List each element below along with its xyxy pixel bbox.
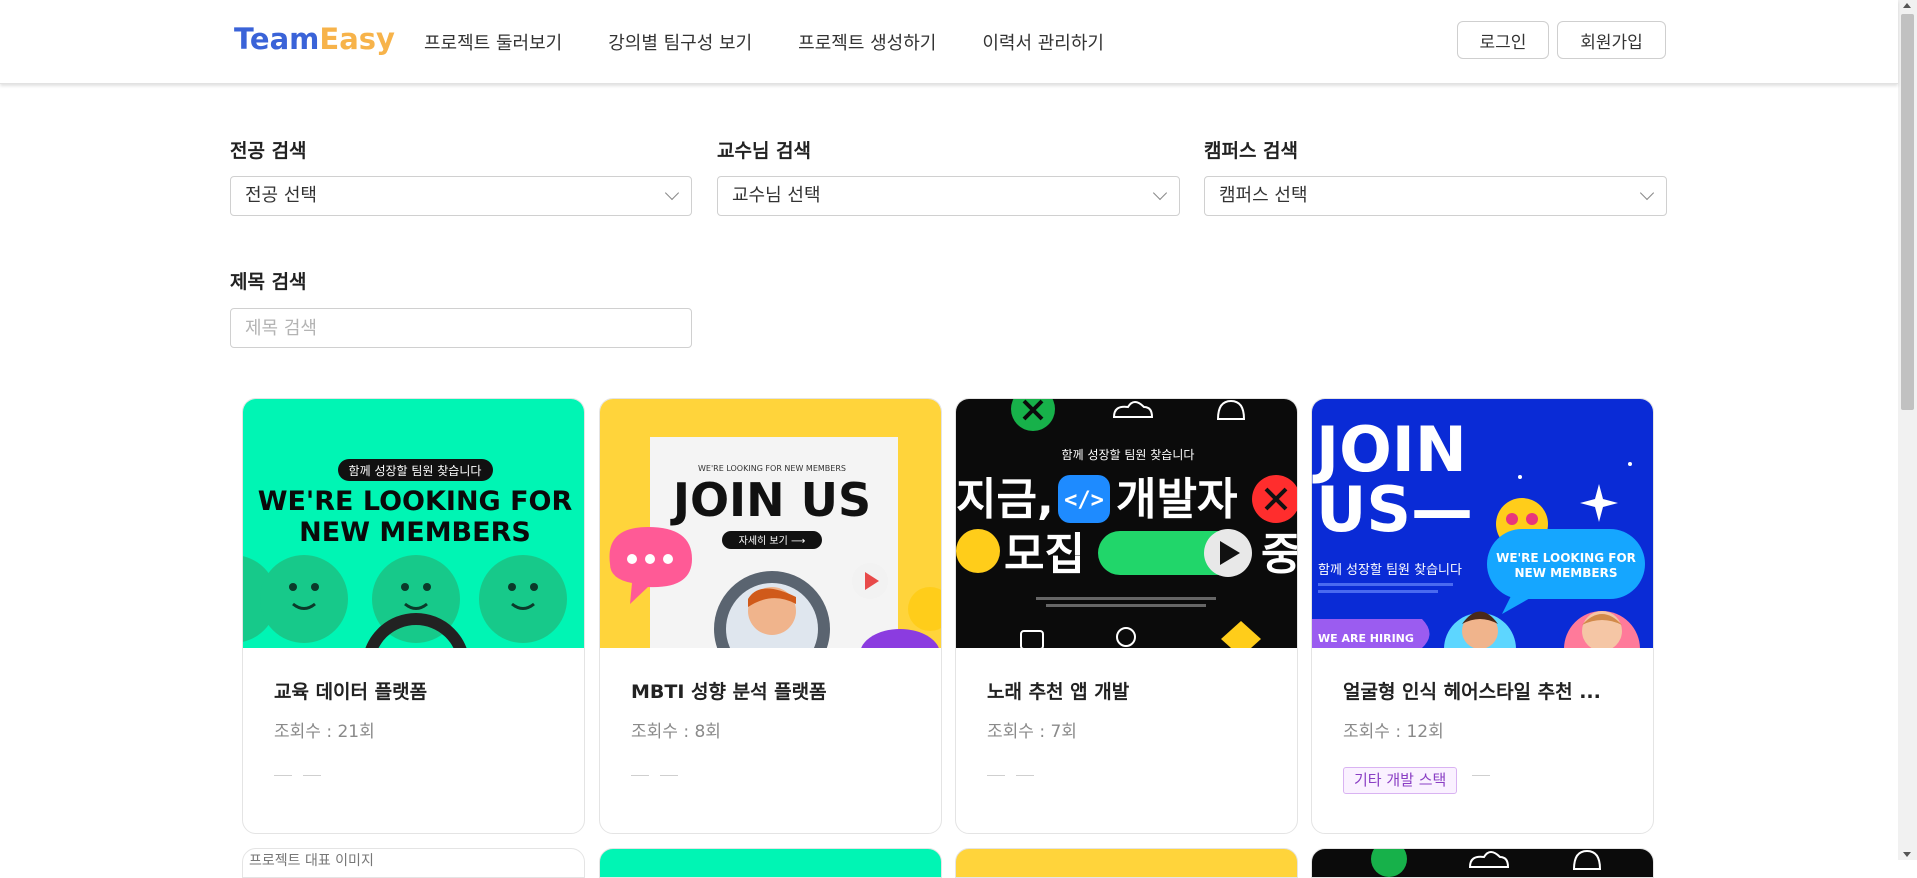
chevron-down-icon (1639, 185, 1655, 201)
placeholder-dash (987, 775, 1005, 776)
banner-bubble-line2: NEW MEMBERS (1515, 566, 1618, 580)
title-search-input[interactable] (230, 308, 692, 348)
project-card-partial[interactable]: 프로젝트 대표 이미지 (242, 848, 585, 878)
campus-select-value: 캠퍼스 선택 (1219, 185, 1308, 206)
banner-line1: WE'RE LOOKING FOR (258, 486, 573, 517)
banner-line2a: 모집 (1004, 529, 1085, 580)
page-scrollbar[interactable] (1898, 0, 1917, 860)
project-card[interactable]: WE'RE LOOKING FOR NEW MEMBERS JOIN US 자세… (599, 398, 942, 834)
placeholder-dash (1472, 775, 1490, 776)
banner-small-text: 함께 성장할 팀원 찾습니다 (1062, 448, 1195, 462)
view-count: 조회수 : 21회 (274, 722, 375, 742)
project-card-partial[interactable] (955, 848, 1298, 878)
major-filter-label: 전공 검색 (230, 140, 307, 162)
project-card-partial[interactable] (1311, 848, 1654, 878)
project-title[interactable]: 노래 추천 앱 개발 (987, 677, 1277, 704)
nav-create-project[interactable]: 프로젝트 생성하기 (798, 29, 936, 55)
logo[interactable]: TeamEasy (234, 22, 395, 56)
major-select-value: 전공 선택 (245, 185, 317, 206)
banner-illustration: 함께 성장할 팀원 찾습니다 WE'RE LOOKING FOR NEW MEM… (243, 459, 573, 648)
campus-select[interactable]: 캠퍼스 선택 (1204, 176, 1667, 216)
professor-select-value: 교수님 선택 (732, 185, 821, 206)
banner-big2: US— (1316, 473, 1473, 546)
banner-big-text: JOIN US (670, 473, 871, 527)
project-card[interactable]: 함께 성장할 팀원 찾습니다 WE'RE LOOKING FOR NEW MEM… (242, 398, 585, 834)
top-navbar: TeamEasy 프로젝트 둘러보기 강의별 팀구성 보기 프로젝트 생성하기 … (0, 0, 1898, 84)
broken-image-alt-text: 프로젝트 대표 이미지 (249, 853, 374, 869)
banner-small-text: WE'RE LOOKING FOR NEW MEMBERS (698, 464, 846, 473)
placeholder-dash (631, 775, 649, 776)
scroll-down-icon[interactable] (1903, 852, 1911, 857)
project-card[interactable]: 함께 성장할 팀원 찾습니다 지금, </> 개발자 모집 중 노래 추천 앱 … (955, 398, 1298, 834)
project-thumbnail: 함께 성장할 팀원 찾습니다 WE'RE LOOKING FOR NEW MEM… (243, 399, 584, 648)
banner-illustration: JOIN US— 함께 성장할 팀원 찾습니다 WE'RE LOOKING FO… (1312, 413, 1645, 648)
view-count: 조회수 : 7회 (987, 722, 1077, 742)
signup-button[interactable]: 회원가입 (1557, 21, 1666, 59)
banner-line2: NEW MEMBERS (299, 517, 531, 548)
major-select[interactable]: 전공 선택 (230, 176, 692, 216)
banner-line1a: 지금, (956, 474, 1054, 525)
banner-line2b: 중 (1261, 529, 1298, 580)
banner-pill-text: 함께 성장할 팀원 찾습니다 (349, 464, 482, 478)
project-card-partial[interactable] (599, 848, 942, 878)
scroll-up-icon[interactable] (1903, 3, 1911, 8)
project-thumbnail: JOIN US— 함께 성장할 팀원 찾습니다 WE'RE LOOKING FO… (1312, 399, 1653, 648)
chevron-down-icon (664, 185, 680, 201)
banner-button-text: 자세히 보기 ⟶ (739, 535, 806, 547)
banner-line1b: 개발자 (1116, 474, 1237, 525)
title-filter-label: 제목 검색 (230, 271, 307, 293)
project-title[interactable]: 얼굴형 인식 헤어스타일 추천 ... (1343, 677, 1633, 704)
banner-small-text: 함께 성장할 팀원 찾습니다 (1318, 563, 1462, 578)
project-card[interactable]: JOIN US— 함께 성장할 팀원 찾습니다 WE'RE LOOKING FO… (1311, 398, 1654, 834)
placeholder-dash (1016, 775, 1034, 776)
banner-illustration (1371, 849, 1602, 877)
banner-hiring-text: WE ARE HIRING (1318, 632, 1414, 645)
banner-illustration: WE'RE LOOKING FOR NEW MEMBERS JOIN US 자세… (609, 437, 941, 648)
nav-course-teams[interactable]: 강의별 팀구성 보기 (608, 29, 752, 55)
placeholder-dash (660, 775, 678, 776)
placeholder-dash (274, 775, 292, 776)
nav-manage-resume[interactable]: 이력서 관리하기 (982, 29, 1104, 55)
professor-filter-label: 교수님 검색 (717, 140, 812, 162)
project-thumbnail: 함께 성장할 팀원 찾습니다 지금, </> 개발자 모집 중 (956, 399, 1298, 648)
project-title[interactable]: MBTI 성향 분석 플랫폼 (631, 677, 921, 704)
chevron-down-icon (1152, 185, 1168, 201)
main-nav: 프로젝트 둘러보기 강의별 팀구성 보기 프로젝트 생성하기 이력서 관리하기 (424, 29, 1104, 55)
project-title[interactable]: 교육 데이터 플랫폼 (274, 677, 564, 704)
logo-easy-text: Easy (319, 22, 395, 56)
login-button[interactable]: 로그인 (1457, 21, 1549, 59)
view-count: 조회수 : 12회 (1343, 722, 1444, 742)
nav-browse-projects[interactable]: 프로젝트 둘러보기 (424, 29, 562, 55)
svg-text:</>: </> (1064, 488, 1104, 513)
professor-select[interactable]: 교수님 선택 (717, 176, 1180, 216)
scrollbar-thumb[interactable] (1901, 14, 1914, 410)
tech-stack-tag[interactable]: 기타 개발 스택 (1343, 767, 1458, 794)
placeholder-dash (303, 775, 321, 776)
banner-bubble-line1: WE'RE LOOKING FOR (1496, 551, 1636, 565)
auth-buttons: 로그인 회원가입 (1457, 21, 1666, 59)
campus-filter-label: 캠퍼스 검색 (1204, 140, 1299, 162)
view-count: 조회수 : 8회 (631, 722, 721, 742)
logo-team-text: Team (234, 22, 320, 56)
banner-illustration: 함께 성장할 팀원 찾습니다 지금, </> 개발자 모집 중 (956, 399, 1298, 648)
project-thumbnail: WE'RE LOOKING FOR NEW MEMBERS JOIN US 자세… (600, 399, 941, 648)
